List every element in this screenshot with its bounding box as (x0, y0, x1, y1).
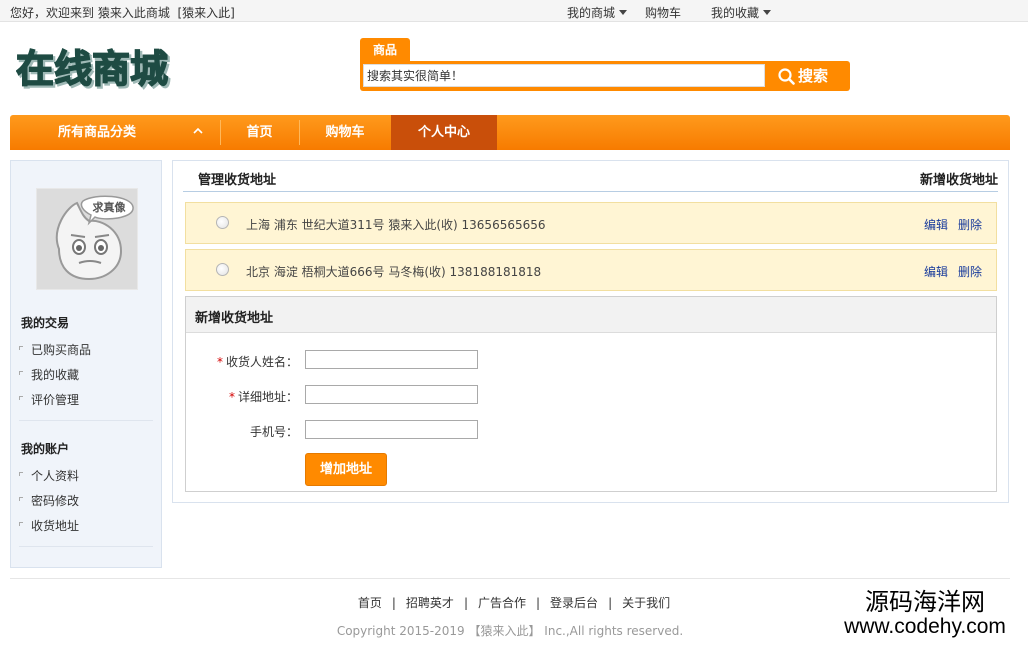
logo-text: 在线商城 (16, 47, 168, 91)
address-select-radio[interactable] (216, 263, 229, 276)
detail-address-field[interactable] (305, 385, 478, 404)
nav-item-user-center[interactable]: 个人中心 (391, 115, 497, 150)
footer-link-home[interactable]: 首页 (358, 596, 382, 610)
user-tag-link[interactable]: [猿来入此] (178, 6, 235, 20)
cart-link[interactable]: 购物车 (645, 4, 681, 21)
search-button[interactable]: 搜索 (772, 62, 848, 90)
field-label-text: 详细地址： (237, 390, 298, 404)
footer-link-admin-login[interactable]: 登录后台 (550, 596, 598, 610)
sidebar-item-favorites[interactable]: 我的收藏 (19, 366, 79, 383)
new-address-form: 新增收货地址 * 收货人姓名： * 详细地址： 手机号： 增加地址 (185, 296, 997, 492)
search-button-label: 搜索 (798, 67, 829, 85)
search-input[interactable] (363, 64, 765, 87)
address-select-radio[interactable] (216, 216, 229, 229)
form-title: 新增收货地址 (195, 311, 274, 326)
my-mall-menu[interactable]: 我的商城 (567, 4, 628, 21)
all-categories-label: 所有商品分类 (58, 125, 137, 140)
delete-address-link[interactable]: 删除 (958, 216, 982, 233)
edit-address-link[interactable]: 编辑 (924, 263, 948, 280)
top-bar: 您好，欢迎来到 猿来入此商城 [猿来入此] 我的商城 购物车 我的收藏 (0, 0, 1028, 22)
chevron-up-icon (193, 127, 203, 134)
nav-item-cart[interactable]: 购物车 (300, 115, 390, 150)
nav-item-home[interactable]: 首页 (221, 115, 298, 150)
address-text: 北京 海淀 梧桐大道666号 马冬梅(收) 138188181818 (246, 265, 542, 279)
sidebar-item-profile[interactable]: 个人资料 (19, 467, 79, 484)
sidebar-item-label: 收货地址 (31, 519, 80, 533)
sidebar-item-label: 已购买商品 (31, 343, 92, 357)
watermark: 源码海洋网 www.codehy.com (822, 590, 1028, 638)
required-marker: * (216, 355, 223, 369)
bullet-icon (19, 522, 23, 526)
address-row: 北京 海淀 梧桐大道666号 马冬梅(收) 138188181818 编辑 删除 (185, 249, 997, 291)
footer-link-about[interactable]: 关于我们 (622, 596, 670, 610)
footer-link-jobs[interactable]: 招聘英才 (406, 596, 454, 610)
field-label-text: 收货人姓名： (225, 355, 298, 369)
panel-header: 管理收货地址 新增收货地址 (183, 161, 998, 192)
footer-separator: | (391, 596, 396, 610)
add-address-button[interactable]: 增加地址 (305, 453, 387, 486)
search-tab-products[interactable]: 商品 (360, 38, 410, 62)
footer-link-ads[interactable]: 广告合作 (478, 596, 526, 610)
form-header: 新增收货地址 (186, 297, 996, 333)
bullet-icon (19, 371, 23, 375)
edit-address-link[interactable]: 编辑 (924, 216, 948, 233)
recipient-name-field[interactable] (305, 350, 478, 369)
section-title-trades: 我的交易 (21, 316, 70, 330)
avatar-face-image: 求真像 (56, 195, 134, 281)
sidebar-item-label: 个人资料 (31, 469, 80, 483)
bullet-icon (19, 396, 23, 400)
add-address-link[interactable]: 新增收货地址 (920, 169, 998, 188)
phone-label: 手机号： (249, 425, 298, 439)
site-logo[interactable]: 在线商城 在线商城 (15, 46, 188, 94)
address-manager-panel: 管理收货地址 新增收货地址 上海 浦东 世纪大道311号 猿来入此(收) 136… (172, 160, 1009, 503)
chevron-down-icon (763, 10, 772, 15)
chevron-down-icon (619, 10, 628, 15)
sidebar-item-label: 我的收藏 (31, 368, 80, 382)
logo-text-graphic: 在线商城 在线商城 (15, 46, 171, 94)
site-name-link[interactable]: 猿来入此商城 (98, 6, 170, 20)
address-row: 上海 浦东 世纪大道311号 猿来入此(收) 13656565656 编辑 删除 (185, 202, 997, 244)
section-title-account: 我的账户 (21, 442, 70, 456)
all-categories-menu[interactable]: 所有商品分类 (10, 115, 220, 150)
watermark-line-2: www.codehy.com (844, 615, 1006, 638)
address-text: 上海 浦东 世纪大道311号 猿来入此(收) 13656565656 (246, 218, 546, 232)
recipient-name-label: * 收货人姓名： (186, 353, 298, 370)
sidebar-item-reviews[interactable]: 评价管理 (19, 391, 79, 408)
sidebar-item-addresses[interactable]: 收货地址 (19, 517, 79, 534)
bullet-icon (19, 472, 23, 476)
sidebar-divider (19, 420, 153, 421)
favorites-label: 我的收藏 (711, 6, 760, 20)
footer-separator: | (536, 596, 541, 610)
search-icon (778, 68, 795, 85)
sidebar-item-label: 密码修改 (31, 494, 80, 508)
footer-separator: | (463, 596, 468, 610)
avatar[interactable]: 求真像 (36, 188, 138, 290)
required-marker: * (228, 390, 235, 404)
favorites-menu[interactable]: 我的收藏 (711, 4, 772, 21)
sidebar-item-label: 评价管理 (31, 393, 80, 407)
bullet-icon (19, 497, 23, 501)
welcome-text: 您好，欢迎来到 猿来入此商城 [猿来入此] (10, 4, 235, 21)
detail-address-label: * 详细地址： (186, 388, 298, 405)
main-nav: 所有商品分类 首页 购物车 个人中心 (10, 115, 1010, 150)
footer-separator: | (608, 596, 613, 610)
avatar-caption: 求真像 (93, 200, 127, 214)
user-sidebar: 求真像 我的交易 已购买商品 我的收藏 评价管理 我的账户 个人资料 密码修改 … (10, 160, 162, 568)
watermark-line-1: 源码海洋网 (865, 589, 985, 616)
welcome-prefix: 您好，欢迎来到 (10, 6, 95, 20)
phone-field[interactable] (305, 420, 478, 439)
page-title: 管理收货地址 (198, 173, 277, 188)
footer-divider (10, 578, 1010, 579)
my-mall-label: 我的商城 (567, 6, 616, 20)
sidebar-item-purchased[interactable]: 已购买商品 (19, 341, 91, 358)
bullet-icon (19, 346, 23, 350)
sidebar-divider (19, 546, 153, 547)
sidebar-item-password[interactable]: 密码修改 (19, 492, 79, 509)
search-box: 搜索 (360, 61, 850, 91)
delete-address-link[interactable]: 删除 (958, 263, 982, 280)
